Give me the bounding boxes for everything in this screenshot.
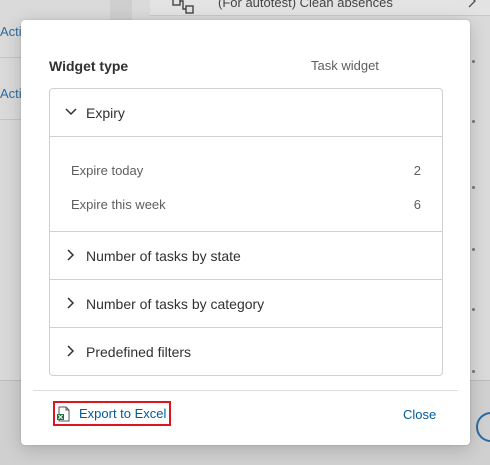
section-title-expiry: Expiry xyxy=(86,105,125,121)
section-header-by-category[interactable]: Number of tasks by category xyxy=(50,280,442,328)
background-row-marker xyxy=(472,60,475,63)
chevron-down-icon xyxy=(64,105,77,119)
expiry-row-week: Expire this week 6 xyxy=(71,197,421,215)
excel-file-icon xyxy=(57,406,71,422)
widget-sections-accordion: Expiry Expire today 2 Expire this week 6… xyxy=(49,88,443,376)
export-to-excel-button[interactable]: Export to Excel xyxy=(53,401,171,426)
background-list-item-label: Acti xyxy=(0,24,22,39)
chevron-right-icon xyxy=(64,296,76,310)
footer-divider xyxy=(33,390,458,391)
section-title-by-category: Number of tasks by category xyxy=(86,296,265,312)
expiry-row-label: Expire this week xyxy=(71,197,166,212)
chevron-right-icon xyxy=(64,248,76,262)
background-task-card: (For autotest) Clean absences xyxy=(150,0,490,16)
expiry-row-today: Expire today 2 xyxy=(71,163,421,181)
chevron-right-icon xyxy=(64,344,76,358)
background-row-marker xyxy=(472,370,475,373)
workflow-icon xyxy=(172,0,198,21)
close-button[interactable]: Close xyxy=(403,407,436,422)
expiry-row-value: 6 xyxy=(413,197,421,212)
section-title-predefined-filters: Predefined filters xyxy=(86,344,192,360)
section-body-expiry: Expire today 2 Expire this week 6 xyxy=(50,137,442,232)
section-header-expiry[interactable]: Expiry xyxy=(50,89,442,137)
background-row-marker xyxy=(472,248,475,251)
background-row-marker xyxy=(472,186,475,189)
export-to-excel-label: Export to Excel xyxy=(79,406,167,421)
widget-type-row: Widget type Task widget xyxy=(49,58,449,78)
widget-type-value: Task widget xyxy=(311,58,379,73)
background-list-item-label: Acti xyxy=(0,86,22,101)
background-row-marker xyxy=(472,308,475,311)
background-task-card-title: (For autotest) Clean absences xyxy=(218,0,393,10)
chevron-right-icon xyxy=(468,0,476,11)
expiry-row-value: 2 xyxy=(413,163,421,178)
background-row-marker xyxy=(472,120,475,123)
section-header-predefined-filters[interactable]: Predefined filters xyxy=(50,328,442,375)
expiry-row-label: Expire today xyxy=(71,163,144,178)
widget-type-label: Widget type xyxy=(49,58,129,74)
section-title-by-state: Number of tasks by state xyxy=(86,248,241,264)
section-header-by-state[interactable]: Number of tasks by state xyxy=(50,232,442,280)
widget-info-dialog: Widget type Task widget Expiry Expire to… xyxy=(21,20,470,445)
